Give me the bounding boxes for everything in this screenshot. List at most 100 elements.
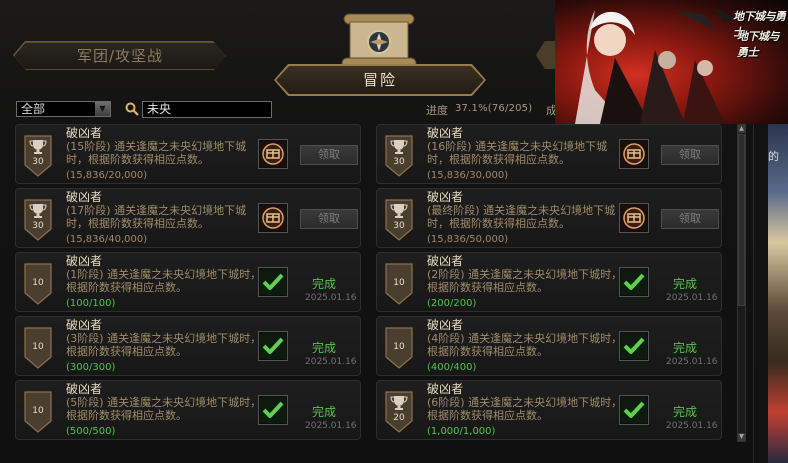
checkmark-icon[interactable] <box>619 395 649 425</box>
reward-chest-icon[interactable] <box>258 139 288 169</box>
achievement-title: 破凶者 <box>427 126 464 140</box>
claim-button[interactable]: 领取 <box>661 209 719 229</box>
checkmark-icon[interactable] <box>258 331 288 361</box>
category-dropdown[interactable]: 全部 ▼ <box>16 101 111 117</box>
side-fragment-text: 的 <box>768 150 779 163</box>
achievement-card: 30 破凶者 (17阶段) 通关逢魔之未央幻境地下城时，根据阶数获得相应点数。 (15… <box>15 188 361 248</box>
completion-status: 完成 <box>312 405 337 419</box>
achievement-progress-count: (15,836/50,000) <box>427 234 509 245</box>
achievement-card: 10 破凶者 (2阶段) 通关逢魔之未央幻境地下城时，根据阶数获得相应点数。 (200… <box>376 252 722 312</box>
points-value: 10 <box>32 278 44 288</box>
points-badge: 30 <box>24 199 52 241</box>
achievement-description: (15阶段) 通关逢魔之未央幻境地下城时，根据阶数获得相应点数。 <box>66 140 247 166</box>
achievement-title: 破凶者 <box>66 382 103 396</box>
points-badge: 10 <box>24 391 52 433</box>
points-value: 30 <box>32 157 44 167</box>
completion-status: 完成 <box>312 277 337 291</box>
achievement-title: 破凶者 <box>66 126 103 140</box>
achievement-description: (16阶段) 通关逢魔之未央幻境地下城时，根据阶数获得相应点数。 <box>427 140 608 166</box>
points-badge: 10 <box>24 327 52 369</box>
achievement-progress-count: (200/200) <box>427 298 477 309</box>
completion-date: 2025.01.16 <box>666 421 718 431</box>
achievement-description: (6阶段) 通关逢魔之未央幻境地下城时，根据阶数获得相应点数。 <box>427 396 623 422</box>
reward-chest-icon[interactable] <box>619 203 649 233</box>
achievement-window: 军团/攻坚战 冒险 全部 ▼ 未央 进度 37.1%(76/205) 成 30 破… <box>0 0 788 463</box>
side-game-art <box>768 124 788 463</box>
achievement-description: (3阶段) 通关逢魔之未央幻境地下城时，根据阶数获得相应点数。 <box>66 332 262 358</box>
search-icon <box>125 102 139 116</box>
scrollbar[interactable]: ▲ ▼ <box>737 124 746 442</box>
points-badge: 30 <box>24 135 52 177</box>
achievement-progress-count: (100/100) <box>66 298 116 309</box>
achievement-card: 10 破凶者 (3阶段) 通关逢魔之未央幻境地下城时，根据阶数获得相应点数。 (300… <box>15 316 361 376</box>
completion-date: 2025.01.16 <box>305 293 357 303</box>
trophy-icon <box>390 396 408 410</box>
completion-date: 2025.01.16 <box>666 357 718 367</box>
achievement-description: (2阶段) 通关逢魔之未央幻境地下城时，根据阶数获得相应点数。 <box>427 268 623 294</box>
points-value: 20 <box>393 413 405 423</box>
achievement-progress-count: (500/500) <box>66 426 116 437</box>
achievement-title: 破凶者 <box>66 318 103 332</box>
trophy-icon <box>390 140 408 154</box>
chevron-down-icon[interactable]: ▼ <box>95 102 110 116</box>
progress-label: 进度 <box>426 104 448 117</box>
tab-legion-siege[interactable]: 军团/攻坚战 <box>14 42 226 70</box>
trophy-icon <box>390 204 408 218</box>
completion-status: 完成 <box>673 277 698 291</box>
reward-chest-icon[interactable] <box>258 203 288 233</box>
scroll-down-icon[interactable]: ▼ <box>738 433 745 441</box>
achievement-description: (5阶段) 通关逢魔之未央幻境地下城时，根据阶数获得相应点数。 <box>66 396 262 422</box>
scrollbar-thumb[interactable] <box>738 134 745 306</box>
scroll-emblem-icon <box>341 13 417 69</box>
achievement-progress-count: (15,836/40,000) <box>66 234 148 245</box>
achievement-title: 破凶者 <box>427 254 464 268</box>
trophy-icon <box>29 140 47 154</box>
points-badge: 10 <box>24 263 52 305</box>
claim-button[interactable]: 领取 <box>661 145 719 165</box>
tab-adventure[interactable]: 冒险 <box>276 66 484 94</box>
achievement-description: (17阶段) 通关逢魔之未央幻境地下城时，根据阶数获得相应点数。 <box>66 204 247 230</box>
achievement-title: 破凶者 <box>427 318 464 332</box>
checkmark-icon[interactable] <box>258 395 288 425</box>
promo-banner[interactable]: 地下城与勇士 地下城与勇士 <box>555 0 788 124</box>
points-badge: 20 <box>385 391 413 433</box>
achievement-title: 破凶者 <box>427 382 464 396</box>
points-value: 10 <box>393 278 405 288</box>
completion-date: 2025.01.16 <box>305 357 357 367</box>
scroll-up-icon[interactable]: ▲ <box>738 125 745 133</box>
checkmark-icon[interactable] <box>619 331 649 361</box>
completion-date: 2025.01.16 <box>305 421 357 431</box>
progress-value: 37.1%(76/205) <box>455 103 533 114</box>
achievement-progress-count: (15,836/30,000) <box>427 170 509 181</box>
achievement-description: (最终阶段) 通关逢魔之未央幻境地下城时，根据阶数获得相应点数。 <box>427 204 616 230</box>
achievement-progress-count: (1,000/1,000) <box>427 426 496 437</box>
completion-status: 完成 <box>312 341 337 355</box>
points-value: 10 <box>393 342 405 352</box>
checkmark-icon[interactable] <box>619 267 649 297</box>
search-input[interactable]: 未央 <box>142 101 272 118</box>
achievement-progress-count: (400/400) <box>427 362 477 373</box>
achievement-card: 30 破凶者 (15阶段) 通关逢魔之未央幻境地下城时，根据阶数获得相应点数。 (15… <box>15 124 361 184</box>
achievement-card: 30 破凶者 (16阶段) 通关逢魔之未央幻境地下城时，根据阶数获得相应点数。 (15… <box>376 124 722 184</box>
achievement-progress-count: (300/300) <box>66 362 116 373</box>
promo-logo-text-secondary: 地下城与勇士 <box>737 30 780 59</box>
achievement-title: 破凶者 <box>427 190 464 204</box>
achievement-card: 20 破凶者 (6阶段) 通关逢魔之未央幻境地下城时，根据阶数获得相应点数。 (1,0… <box>376 380 722 440</box>
claim-button[interactable]: 领取 <box>300 209 358 229</box>
points-badge: 30 <box>385 135 413 177</box>
trophy-icon <box>29 204 47 218</box>
achievement-title: 破凶者 <box>66 190 103 204</box>
achievement-card: 30 破凶者 (最终阶段) 通关逢魔之未央幻境地下城时，根据阶数获得相应点数。 (15… <box>376 188 722 248</box>
achievement-card: 10 破凶者 (5阶段) 通关逢魔之未央幻境地下城时，根据阶数获得相应点数。 (500… <box>15 380 361 440</box>
reward-chest-icon[interactable] <box>619 139 649 169</box>
points-value: 30 <box>32 221 44 231</box>
completion-status: 完成 <box>673 341 698 355</box>
points-value: 10 <box>32 342 44 352</box>
claim-button[interactable]: 领取 <box>300 145 358 165</box>
checkmark-icon[interactable] <box>258 267 288 297</box>
points-value: 10 <box>32 406 44 416</box>
points-badge: 10 <box>385 327 413 369</box>
achievement-title: 破凶者 <box>66 254 103 268</box>
points-value: 30 <box>393 221 405 231</box>
points-badge: 10 <box>385 263 413 305</box>
